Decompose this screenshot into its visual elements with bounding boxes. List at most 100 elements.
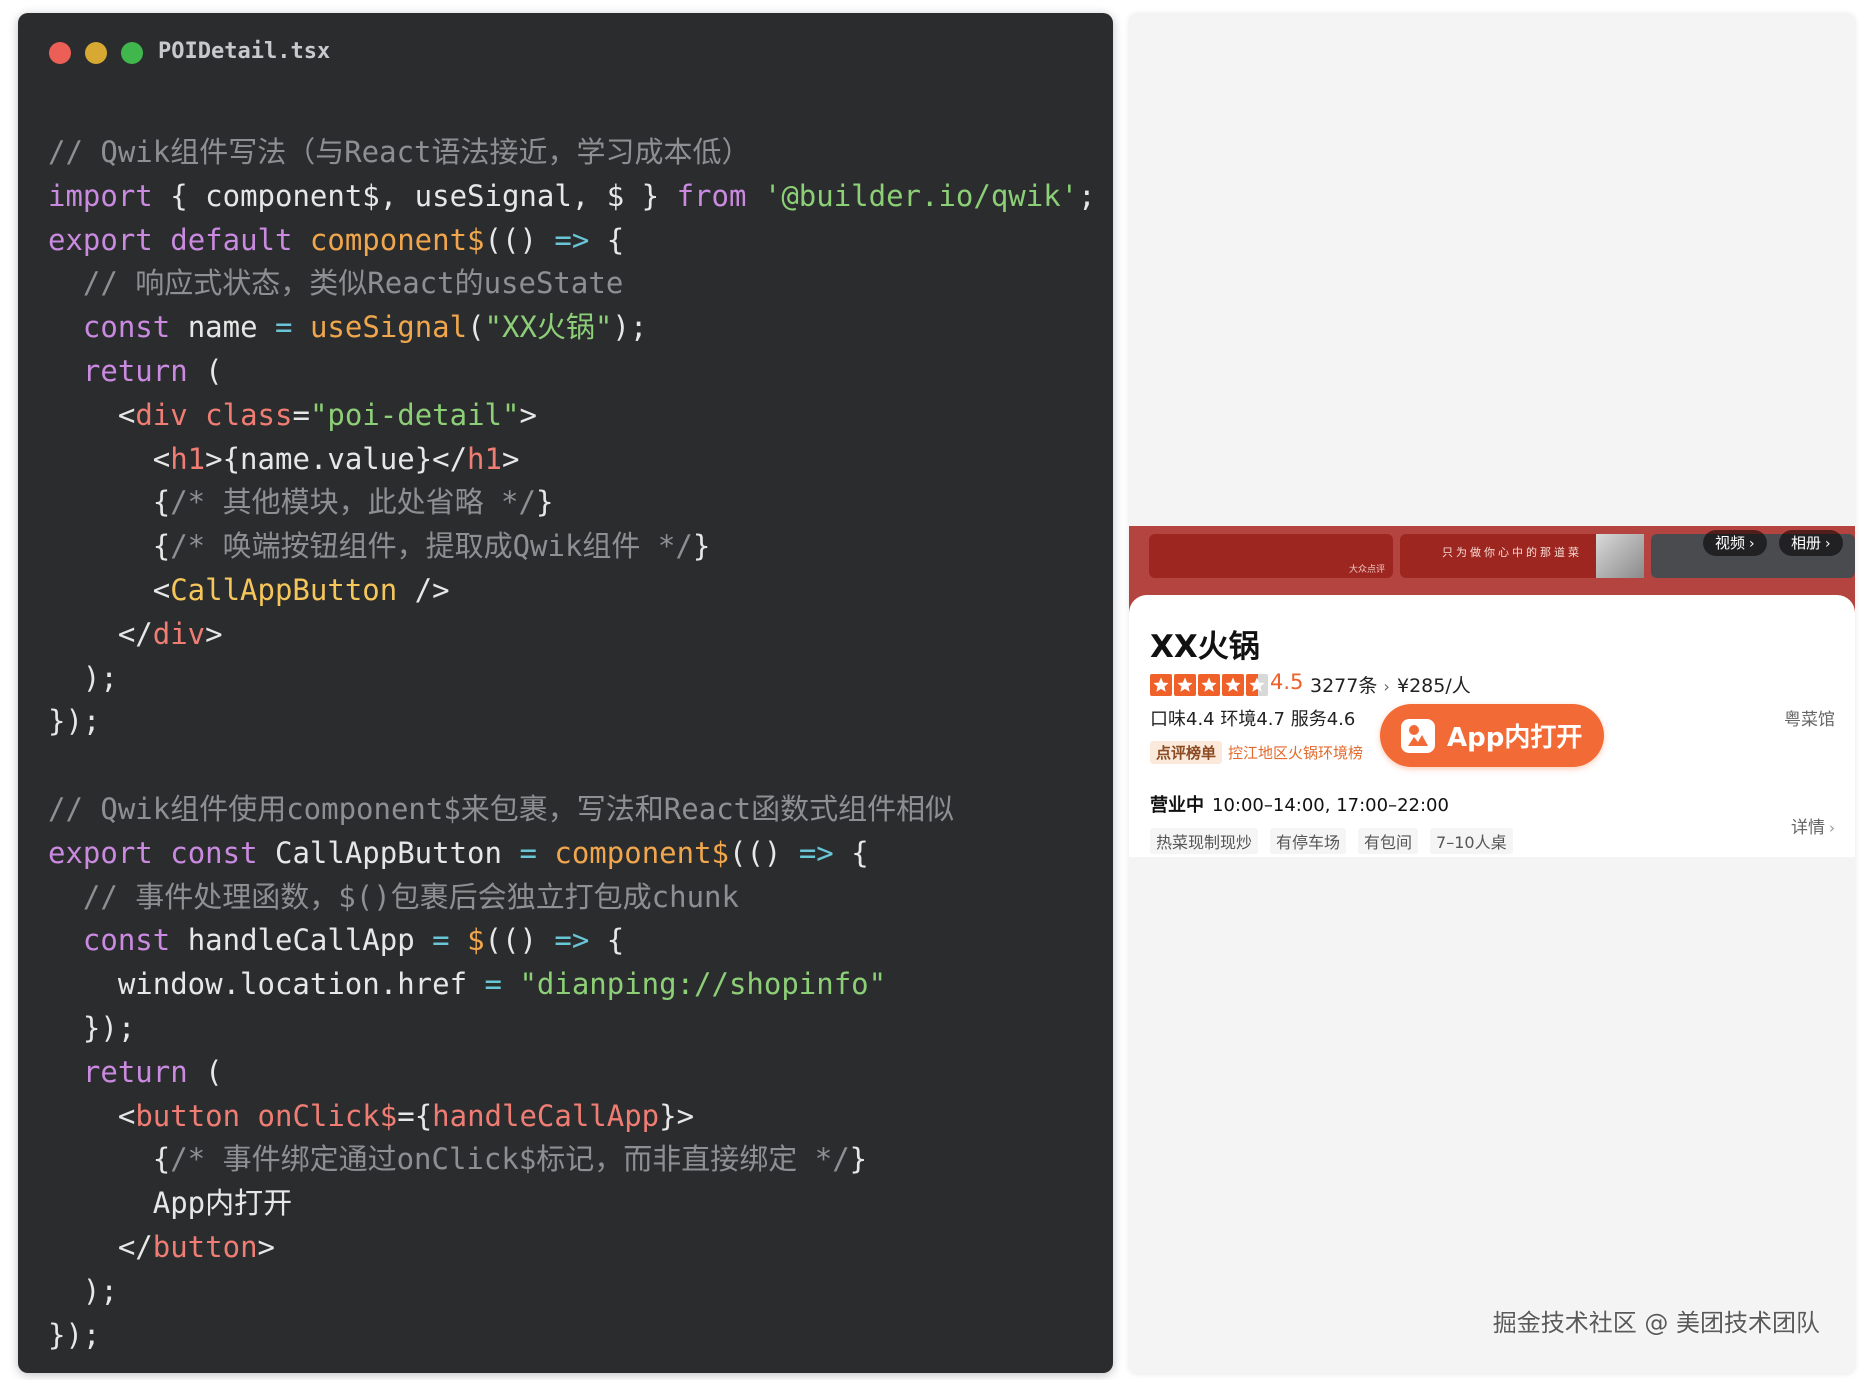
code-token: h1 bbox=[170, 441, 206, 476]
code-token: const bbox=[82, 923, 171, 958]
code-token: // 事件处理函数，$()包裹后会独立打包成chunk bbox=[82, 879, 739, 914]
code-token: < bbox=[48, 397, 136, 432]
code-line: }); bbox=[48, 1007, 1113, 1051]
code-token: } bbox=[849, 1142, 868, 1177]
code-token: export bbox=[48, 222, 153, 257]
album-button[interactable]: 相册 › bbox=[1779, 530, 1843, 556]
code-token: "poi-detail" bbox=[309, 397, 520, 432]
open-in-app-label: App内打开 bbox=[1447, 723, 1583, 753]
code-line: </div> bbox=[48, 613, 1113, 657]
code-token: < bbox=[48, 572, 171, 607]
code-token: return bbox=[82, 353, 188, 388]
code-token: "dianping://shopinfo" bbox=[519, 967, 887, 1002]
shop-name: XX火锅 bbox=[1150, 629, 1260, 665]
chevron-right-icon: › bbox=[1829, 819, 1835, 837]
feature-tag: 有停车场 bbox=[1270, 828, 1347, 854]
code-token: // 响应式状态，类似React的useState bbox=[82, 266, 624, 301]
code-token: = bbox=[484, 967, 502, 1002]
minimize-window-button[interactable] bbox=[85, 42, 107, 64]
code-token: { bbox=[48, 529, 171, 564]
details-link[interactable]: 详情 › bbox=[1791, 813, 1835, 838]
code-token: > bbox=[519, 397, 537, 432]
code-token: button bbox=[152, 1229, 258, 1264]
code-token: class bbox=[205, 397, 293, 432]
code-line: export const CallAppButton = component$(… bbox=[48, 832, 1113, 876]
chevron-right-icon: › bbox=[1825, 536, 1831, 552]
code-line: return ( bbox=[48, 350, 1113, 394]
code-token: } bbox=[692, 529, 711, 564]
banner-photo-1[interactable]: 大众点评 bbox=[1149, 534, 1393, 578]
code-token: handleCallApp bbox=[170, 923, 433, 958]
banner-dish-photo bbox=[1596, 534, 1644, 578]
star-rating bbox=[1150, 674, 1270, 696]
shop-info-card: XX火锅 4.5 3277条 › ¥285/人 口味4.4 环境4.7 服务4.… bbox=[1129, 595, 1855, 857]
banner-photo-2[interactable]: 只为做你心中的那道菜 bbox=[1400, 534, 1644, 578]
code-line: }); bbox=[48, 1314, 1113, 1358]
code-token: ); bbox=[48, 1273, 118, 1308]
star-icon bbox=[1222, 674, 1244, 696]
star-icon bbox=[1174, 674, 1196, 696]
code-area[interactable]: // Qwik组件写法（与React语法接近，学习成本低） import { co… bbox=[48, 131, 1113, 1357]
code-token: /* 唤端按钮组件，提取成Qwik组件 */ bbox=[170, 529, 693, 564]
code-token: ); bbox=[48, 660, 118, 695]
code-line: }); bbox=[48, 700, 1113, 744]
mobile-preview: 大众点评 只为做你心中的那道菜 视频 › 相册 › XX火锅 4.5 3277条 ›… bbox=[1129, 13, 1855, 1373]
close-window-button[interactable] bbox=[49, 42, 71, 64]
code-token: from bbox=[676, 178, 747, 213]
code-token: }> bbox=[659, 1098, 695, 1133]
code-token: (() bbox=[484, 923, 555, 958]
open-in-app-button[interactable]: App内打开 bbox=[1380, 704, 1604, 767]
code-line: const handleCallApp = $(() => { bbox=[48, 919, 1113, 963]
code-token: CallAppButton bbox=[257, 835, 520, 870]
feature-tags: 热菜现制现炒 有停车场 有包间 7–10人桌 bbox=[1150, 828, 1525, 854]
star-icon bbox=[1246, 674, 1268, 696]
code-line: const name = useSignal("XX火锅"); bbox=[48, 306, 1113, 350]
code-token: $ bbox=[467, 923, 485, 958]
code-line: {/* 唤端按钮组件，提取成Qwik组件 */} bbox=[48, 525, 1113, 569]
file-name: POIDetail.tsx bbox=[158, 39, 331, 64]
code-token: { bbox=[48, 485, 171, 520]
code-line: // Qwik组件使用component$来包裹，写法和React函数式组件相似 bbox=[48, 788, 1113, 832]
star-icon bbox=[1150, 674, 1172, 696]
banner-mini-label: 大众点评 bbox=[1348, 565, 1385, 575]
cuisine-type: 粤菜馆 bbox=[1784, 710, 1835, 730]
code-line: // 事件处理函数，$()包裹后会独立打包成chunk bbox=[48, 876, 1113, 920]
code-token: }); bbox=[48, 1317, 101, 1352]
rating-score: 4.5 bbox=[1270, 670, 1304, 694]
code-token: > bbox=[257, 1229, 275, 1264]
code-token: export bbox=[48, 835, 153, 870]
maximize-window-button[interactable] bbox=[121, 42, 143, 64]
code-token: > bbox=[205, 616, 223, 651]
video-button[interactable]: 视频 › bbox=[1703, 530, 1767, 556]
code-token: < bbox=[48, 1098, 136, 1133]
code-token: handleCallApp bbox=[432, 1098, 660, 1133]
code-line: <button onClick$={handleCallApp}> bbox=[48, 1095, 1113, 1139]
rank-tag: 点评榜单 bbox=[1150, 740, 1223, 764]
feature-tag: 热菜现制现炒 bbox=[1150, 828, 1259, 854]
code-token: /* 事件绑定通过onClick$标记，而非直接绑定 */ bbox=[170, 1142, 850, 1177]
code-token: button bbox=[135, 1098, 241, 1133]
chevron-right-icon: › bbox=[1383, 677, 1390, 696]
sub-scores: 口味4.4 环境4.7 服务4.6 bbox=[1150, 709, 1356, 730]
open-status: 营业中 bbox=[1150, 795, 1204, 816]
code-token: h1 bbox=[467, 441, 502, 476]
code-token: ; bbox=[1078, 178, 1096, 213]
code-line: <h1>{name.value}</h1> bbox=[48, 438, 1113, 482]
code-token: const bbox=[82, 310, 171, 345]
review-count-link[interactable]: 3277条 › bbox=[1310, 671, 1390, 698]
code-token: ( bbox=[187, 1054, 223, 1089]
code-token: > bbox=[501, 441, 520, 476]
details-label: 详情 bbox=[1791, 818, 1825, 838]
ranking-link[interactable]: 点评榜单 控江地区火锅环境榜 bbox=[1150, 740, 1363, 764]
code-editor-window: POIDetail.tsx // Qwik组件写法（与React语法接近，学习成… bbox=[18, 13, 1113, 1373]
